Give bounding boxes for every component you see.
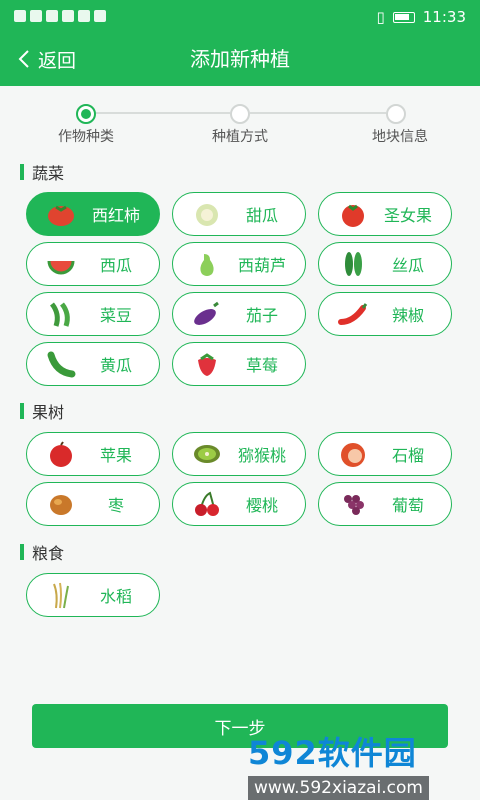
crop-chip-grape[interactable]: 葡萄 (318, 482, 452, 526)
step-indicator: 作物种类 种植方式 地块信息 (0, 100, 480, 150)
strawberry-icon (191, 349, 223, 379)
step-dot-2 (230, 104, 250, 124)
luffa-icon (337, 249, 369, 279)
crop-chip-bean[interactable]: 菜豆 (26, 292, 160, 336)
apple-icon (45, 439, 77, 469)
status-time: 11:33 (422, 8, 466, 26)
crop-chip-cucumber[interactable]: 黄瓜 (26, 342, 160, 386)
tomato-icon (45, 199, 77, 229)
step-dot-3 (386, 104, 406, 124)
melon-icon (191, 199, 223, 229)
section-title-grains: 粮食 (20, 540, 64, 564)
watermark-brand: 592软件园 (248, 734, 417, 772)
crop-chip-apple[interactable]: 苹果 (26, 432, 160, 476)
crop-chip-zucchini[interactable]: 西葫芦 (172, 242, 306, 286)
video-app-icon (94, 10, 106, 22)
eggplant-icon (191, 299, 223, 329)
wifi-icon (30, 10, 42, 22)
watermelon-icon (45, 249, 77, 279)
crop-chip-cherry-tomato[interactable]: 圣女果 (318, 192, 452, 236)
vibrate-icon: ▯ (376, 8, 385, 26)
kiwi-icon (191, 439, 223, 469)
section-title-fruit-trees: 果树 (20, 399, 64, 423)
step-label-2: 种植方式 (212, 129, 268, 145)
step-dot-1 (76, 104, 96, 124)
pomegranate-icon (337, 439, 369, 469)
book-app-icon (62, 10, 74, 22)
section-title-vegetables: 蔬菜 (20, 160, 64, 184)
rice-icon (45, 580, 77, 610)
step-connector (250, 112, 386, 114)
crop-chip-rice[interactable]: 水稻 (26, 573, 160, 617)
crop-chip-strawberry[interactable]: 草莓 (172, 342, 306, 386)
step-connector (96, 112, 230, 114)
bean-icon (45, 299, 77, 329)
cucumber-icon (45, 349, 77, 379)
step-label-3: 地块信息 (372, 129, 428, 145)
watermark-logo: 592软件园 www.592xiazai.com (248, 728, 476, 800)
status-bar: ▯ 11:33 (0, 0, 480, 34)
step-label-1: 作物种类 (58, 129, 114, 145)
chili-icon (337, 299, 369, 329)
shield-app-icon (78, 10, 90, 22)
status-icons-right: ▯ 11:33 (377, 8, 467, 26)
crop-chip-chili[interactable]: 辣椒 (318, 292, 452, 336)
jujube-icon (45, 489, 77, 519)
grape-icon (337, 489, 369, 519)
app-header: ▯ 11:33 返回 添加新种植 (0, 0, 480, 86)
crop-chip-tomato[interactable]: 西红柿 (26, 192, 160, 236)
page-title: 添加新种植 (190, 47, 290, 71)
crop-chip-cherry[interactable]: 樱桃 (172, 482, 306, 526)
zucchini-icon (191, 249, 223, 279)
watermark-url: www.592xiazai.com (248, 776, 429, 800)
status-icons-left (14, 10, 106, 22)
battery-icon (392, 11, 415, 23)
crop-chip-melon[interactable]: 甜瓜 (172, 192, 306, 236)
alert-icon (14, 10, 26, 22)
cherry-icon (191, 489, 223, 519)
crop-chip-watermelon[interactable]: 西瓜 (26, 242, 160, 286)
crop-chip-jujube[interactable]: 枣 (26, 482, 160, 526)
crop-chip-luffa[interactable]: 丝瓜 (318, 242, 452, 286)
search-app-icon (46, 10, 58, 22)
cherry-tomato-icon (337, 199, 369, 229)
crop-chip-pomegranate[interactable]: 石榴 (318, 432, 452, 476)
crop-chip-eggplant[interactable]: 茄子 (172, 292, 306, 336)
crop-chip-kiwi[interactable]: 猕猴桃 (172, 432, 306, 476)
